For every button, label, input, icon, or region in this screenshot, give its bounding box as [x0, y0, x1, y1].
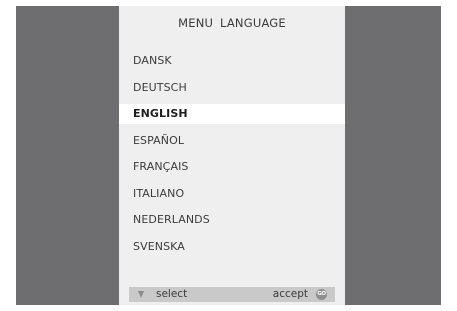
language-item-english[interactable]: ENGLISH: [119, 104, 345, 124]
menu-title: MENU LANGUAGE: [178, 16, 286, 30]
language-item-svenska[interactable]: SVENSKA: [119, 234, 345, 261]
language-item-dansk[interactable]: DANSK: [119, 48, 345, 75]
menu-panel: MENU LANGUAGE DANSK DEUTSCH ENGLISH ESPA…: [119, 6, 345, 305]
accept-hint: accept: [272, 288, 308, 300]
language-item-nederlands[interactable]: NEDERLANDS: [119, 207, 345, 234]
down-arrow-icon: [138, 291, 144, 298]
language-item-italiano[interactable]: ITALIANO: [119, 181, 345, 208]
language-item-espanol[interactable]: ESPAÑOL: [119, 128, 345, 155]
select-hint: select: [156, 288, 188, 300]
language-item-deutsch[interactable]: DEUTSCH: [119, 75, 345, 102]
language-list: DANSK DEUTSCH ENGLISH ESPAÑOL FRANÇAIS I…: [119, 48, 345, 260]
go-button-icon: GO: [316, 289, 327, 300]
help-bar: select accept GO: [129, 287, 335, 302]
language-item-francais[interactable]: FRANÇAIS: [119, 154, 345, 181]
